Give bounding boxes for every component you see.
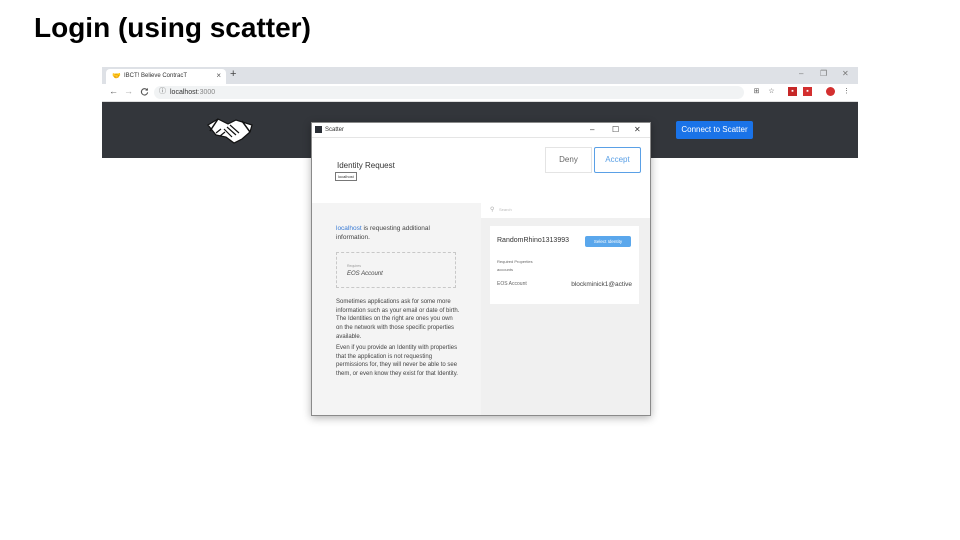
handshake-favicon-icon: 🤝 <box>112 73 121 80</box>
tab-strip: 🤝 IBCT! Believe ContracT × + – ❐ ✕ <box>102 67 858 84</box>
required-field-box: Requires EOS Account <box>336 252 456 288</box>
handshake-logo-icon <box>206 115 254 150</box>
deny-button[interactable]: Deny <box>545 147 592 173</box>
slide-title: Login (using scatter) <box>34 12 311 43</box>
request-info-panel: localhost is requesting additional infor… <box>312 203 481 415</box>
reload-icon[interactable] <box>140 87 149 98</box>
identities-panel: ⚲ Search RandomRhino1313993 Select Ident… <box>481 203 650 415</box>
request-host-link[interactable]: localhost <box>336 225 362 232</box>
close-window-icon[interactable]: ✕ <box>842 70 849 78</box>
accept-button[interactable]: Accept <box>594 147 641 173</box>
host-badge: localhost <box>335 172 357 181</box>
minimize-icon[interactable]: – <box>590 125 594 134</box>
required-properties-value: accounts <box>497 267 514 272</box>
identity-name: RandomRhino1313993 <box>497 237 569 244</box>
scatter-titlebar: Scatter – ☐ ✕ <box>312 123 650 138</box>
profile-avatar[interactable] <box>826 87 835 96</box>
eos-account-label: EOS Account <box>497 281 527 287</box>
omnibox[interactable]: ⓘ localhost:3000 <box>154 86 744 99</box>
search-input[interactable]: Search <box>499 207 512 213</box>
identity-request-title: Identity Request <box>337 161 395 170</box>
info-paragraph: Even if you provide an Identity with pro… <box>336 345 458 378</box>
info-paragraph: Sometimes applications ask for some more… <box>336 299 460 340</box>
scatter-window-title: Scatter <box>325 127 345 133</box>
forward-icon[interactable]: → <box>124 87 133 96</box>
close-window-icon[interactable]: ✕ <box>634 125 641 134</box>
info-icon[interactable]: ⓘ <box>159 88 166 96</box>
extension-icon[interactable]: ▪ <box>803 87 812 96</box>
tab-close-icon[interactable]: × <box>216 72 221 80</box>
menu-dots-icon[interactable]: ⋮ <box>842 87 851 96</box>
extension-icon[interactable]: ▪ <box>788 87 797 96</box>
search-icon: ⚲ <box>490 207 495 213</box>
new-tab-button[interactable]: + <box>230 69 236 80</box>
restore-icon[interactable]: ❐ <box>820 70 827 78</box>
request-description: localhost is requesting additional infor… <box>336 225 430 241</box>
url-text: localhost:3000 <box>170 89 216 96</box>
translate-icon[interactable]: ⊞ <box>752 87 761 96</box>
requires-label: Requires <box>347 264 362 268</box>
minimize-icon[interactable]: – <box>799 70 803 78</box>
required-properties-label: Required Properties <box>497 259 533 264</box>
bookmark-star-icon[interactable]: ☆ <box>767 87 776 96</box>
connect-to-scatter-button[interactable]: Connect to Scatter <box>676 121 753 139</box>
select-identity-button[interactable]: Select Identity <box>585 236 631 247</box>
address-toolbar: ← → ⓘ localhost:3000 ⊞ ☆ ▪ ▪ ⋮ <box>102 84 858 102</box>
tab-title: IBCT! Believe ContracT <box>124 73 188 79</box>
browser-tab[interactable]: 🤝 IBCT! Believe ContracT × <box>106 69 226 84</box>
eos-account-value: blockminick1@active <box>571 281 632 288</box>
identity-request-header: Identity Request localhost Deny Accept <box>312 138 650 203</box>
scatter-window: Scatter – ☐ ✕ Identity Request localhost… <box>311 122 651 416</box>
requires-value: EOS Account <box>347 271 383 277</box>
identity-search[interactable]: ⚲ Search <box>481 203 650 218</box>
scatter-app-icon <box>315 126 322 133</box>
back-icon[interactable]: ← <box>109 87 118 96</box>
maximize-icon[interactable]: ☐ <box>612 125 619 134</box>
identity-card[interactable]: RandomRhino1313993 Select Identity Requi… <box>490 226 639 304</box>
